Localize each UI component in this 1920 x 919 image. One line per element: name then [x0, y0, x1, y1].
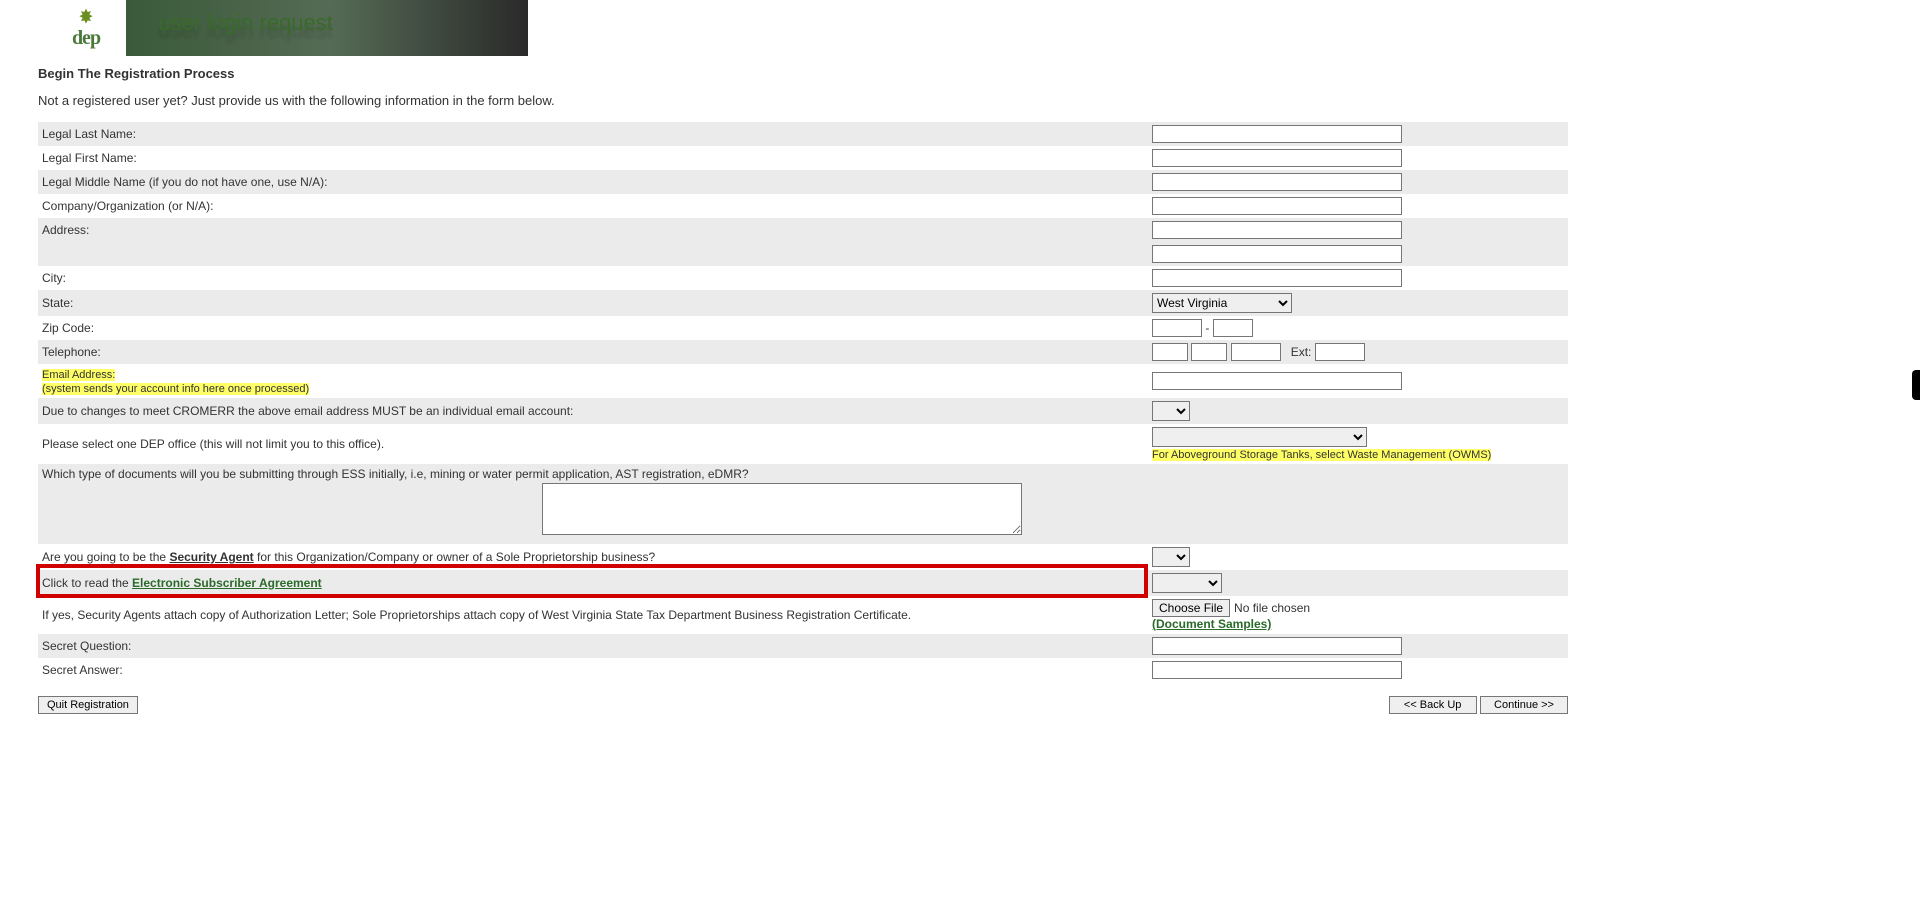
label-ext: Ext: — [1291, 345, 1312, 359]
label-middle-name: Legal Middle Name (if you do not have on… — [38, 170, 1148, 194]
zip1-field[interactable] — [1152, 319, 1202, 337]
address1-field[interactable] — [1152, 221, 1402, 239]
security-agent-bold: Security Agent — [169, 550, 253, 564]
doc-types-field[interactable] — [542, 483, 1022, 535]
label-address2 — [38, 242, 1148, 266]
company-field[interactable] — [1152, 197, 1402, 215]
banner-title: user login request — [158, 10, 333, 36]
page-heading: Begin The Registration Process — [38, 66, 1568, 81]
label-state: State: — [38, 290, 1148, 316]
cromerr-select[interactable] — [1152, 401, 1190, 421]
secret-answer-field[interactable] — [1152, 661, 1402, 679]
label-zip: Zip Code: — [38, 316, 1148, 340]
logo: dep — [46, 0, 126, 56]
esa-link[interactable]: Electronic Subscriber Agreement — [132, 576, 322, 590]
doc-samples-link[interactable]: (Document Samples) — [1152, 617, 1271, 631]
side-tab[interactable] — [1912, 370, 1920, 400]
page-subtext: Not a registered user yet? Just provide … — [38, 93, 1568, 108]
security-agent-pre: Are you going to be the — [42, 550, 169, 564]
dep-office-note: For Aboveground Storage Tanks, select Wa… — [1152, 449, 1491, 461]
tel1-field[interactable] — [1152, 343, 1188, 361]
first-name-field[interactable] — [1152, 149, 1402, 167]
label-city: City: — [38, 266, 1148, 290]
secret-question-field[interactable] — [1152, 637, 1402, 655]
email-field[interactable] — [1152, 372, 1402, 390]
logo-text: dep — [72, 27, 100, 50]
state-select[interactable]: West Virginia — [1152, 293, 1292, 313]
back-button[interactable]: << Back Up — [1389, 696, 1477, 714]
tel-ext-field[interactable] — [1315, 343, 1365, 361]
label-cromerr: Due to changes to meet CROMERR the above… — [38, 398, 1148, 424]
label-first-name: Legal First Name: — [38, 146, 1148, 170]
label-dep-office: Please select one DEP office (this will … — [38, 424, 1148, 464]
label-attach: If yes, Security Agents attach copy of A… — [38, 596, 1148, 634]
choose-file-button[interactable]: Choose File — [1152, 599, 1230, 617]
tel3-field[interactable] — [1231, 343, 1281, 361]
registration-form: Legal Last Name: Legal First Name: Legal… — [38, 122, 1568, 682]
email-note: (system sends your account info here onc… — [42, 383, 309, 395]
esa-pre: Click to read the — [42, 576, 132, 590]
label-telephone: Telephone: — [38, 340, 1148, 364]
label-secret-q: Secret Question: — [38, 634, 1148, 658]
leaf-icon — [76, 7, 96, 27]
security-agent-select[interactable] — [1152, 547, 1190, 567]
security-agent-post: for this Organization/Company or owner o… — [254, 550, 656, 564]
zip2-field[interactable] — [1213, 319, 1253, 337]
last-name-field[interactable] — [1152, 125, 1402, 143]
label-address: Address: — [38, 218, 1148, 242]
label-secret-a: Secret Answer: — [38, 658, 1148, 682]
label-last-name: Legal Last Name: — [38, 122, 1148, 146]
label-email: Email Address: — [42, 369, 115, 381]
address2-field[interactable] — [1152, 245, 1402, 263]
esa-select[interactable] — [1152, 573, 1222, 593]
city-field[interactable] — [1152, 269, 1402, 287]
no-file-text: No file chosen — [1234, 601, 1310, 615]
tel2-field[interactable] — [1191, 343, 1227, 361]
continue-button[interactable]: Continue >> — [1480, 696, 1568, 714]
quit-button[interactable]: Quit Registration — [38, 696, 138, 714]
label-company: Company/Organization (or N/A): — [38, 194, 1148, 218]
label-doc-types: Which type of documents will you be subm… — [42, 467, 749, 481]
dep-office-select[interactable] — [1152, 427, 1367, 447]
middle-name-field[interactable] — [1152, 173, 1402, 191]
header-banner: dep user login request — [38, 0, 528, 56]
